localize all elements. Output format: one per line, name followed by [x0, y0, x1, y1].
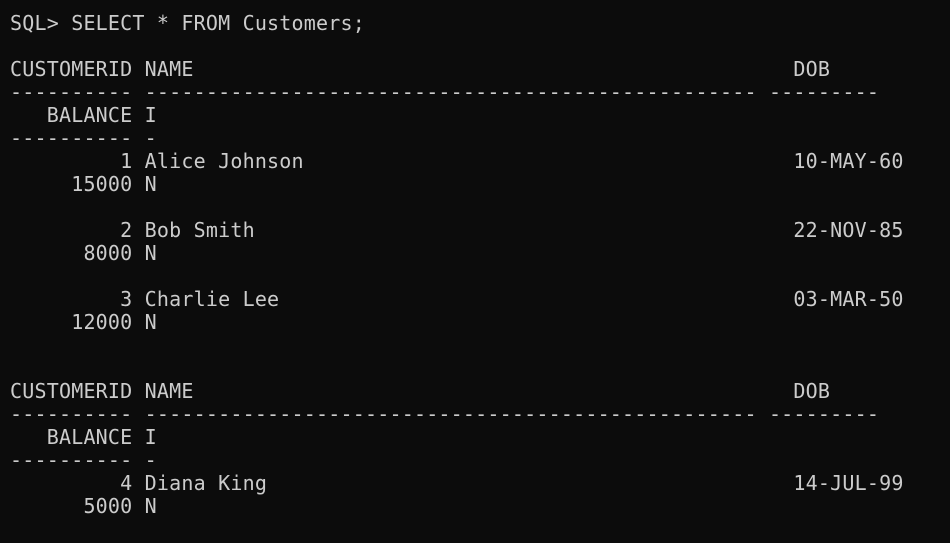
result-row-4-line-2: 5000 N — [10, 494, 157, 518]
result-row-2-line-2: 8000 N — [10, 241, 157, 265]
result-row-3-line-1: 3 Charlie Lee 03-MAR-50 — [10, 287, 904, 311]
column-separator-row-1: ---------- -----------------------------… — [10, 80, 880, 104]
result-row-1-line-2: 15000 N — [10, 172, 157, 196]
result-row-4-line-1: 4 Diana King 14-JUL-99 — [10, 471, 904, 495]
column-separator-row-2: ---------- - — [10, 126, 157, 150]
column-header-row-2: BALANCE I — [10, 103, 157, 127]
sql-command: SQL> SELECT * FROM Customers; — [10, 11, 365, 35]
page2-column-header-row-2: BALANCE I — [10, 425, 157, 449]
result-row-2-line-1: 2 Bob Smith 22-NOV-85 — [10, 218, 904, 242]
page2-column-separator-row-1: ---------- -----------------------------… — [10, 402, 880, 426]
result-row-1-line-1: 1 Alice Johnson 10-MAY-60 — [10, 149, 904, 173]
page2-column-separator-row-2: ---------- - — [10, 448, 157, 472]
page2-column-header-row-1: CUSTOMERID NAME DOB — [10, 379, 831, 403]
result-row-3-line-2: 12000 N — [10, 310, 157, 334]
column-header-row-1: CUSTOMERID NAME DOB — [10, 57, 831, 81]
terminal-window[interactable]: SQL> SELECT * FROM Customers; CUSTOMERID… — [0, 0, 950, 543]
